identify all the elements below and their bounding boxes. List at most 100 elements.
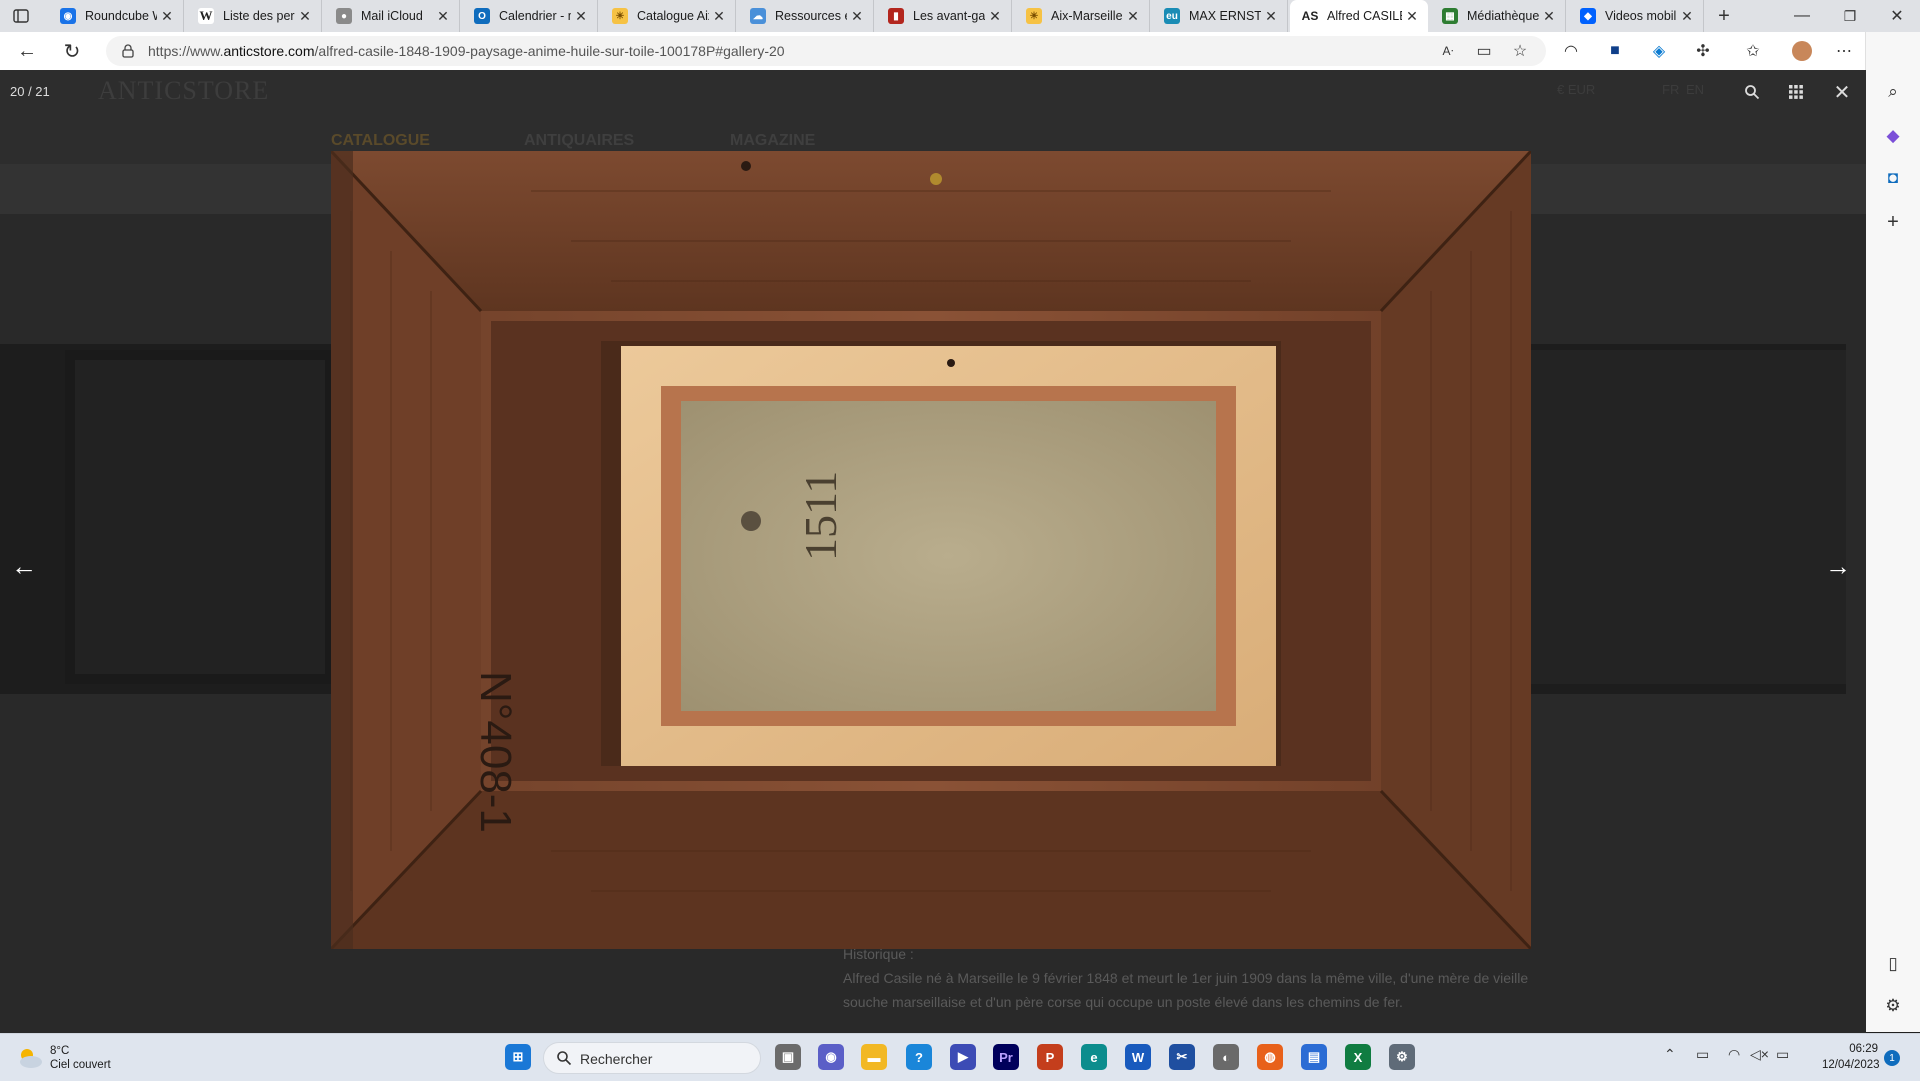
minimize-button[interactable]: — [1790, 6, 1814, 26]
extensions-button[interactable]: ✣ [1689, 37, 1717, 65]
close-tab-icon[interactable]: ✕ [295, 8, 315, 25]
close-tab-icon[interactable]: ✕ [1677, 8, 1697, 25]
tab-videos-mobil[interactable]: ◆ Videos mobil ✕ [1568, 0, 1704, 32]
extension-button[interactable]: ◠ [1557, 37, 1585, 65]
address-bar[interactable]: https://www.anticstore.com/alfred-casile… [106, 36, 1546, 66]
tab-calendrier[interactable]: O Calendrier - m ✕ [462, 0, 598, 32]
add-favorite-button[interactable]: ☆ [1506, 37, 1534, 65]
close-tab-icon[interactable]: ✕ [1402, 8, 1422, 25]
media-player-button[interactable]: ▶ [950, 1044, 976, 1070]
notification-badge[interactable]: 1 [1884, 1050, 1900, 1066]
tab-mediatheque[interactable]: ▦ Médiathèque ✕ [1430, 0, 1566, 32]
search-icon: ⌕ [1888, 82, 1898, 101]
sidebar-outlook-button[interactable]: ◘ [1881, 166, 1905, 190]
close-tab-icon[interactable]: ✕ [985, 8, 1005, 25]
close-tab-icon[interactable]: ✕ [571, 8, 591, 25]
arrow-left-icon: ← [11, 550, 37, 581]
tab-ressources[interactable]: ☁ Ressources él ✕ [738, 0, 874, 32]
tab-actions-button[interactable] [12, 7, 30, 25]
folder-icon: ▬ [867, 1049, 881, 1065]
url-path: /alfred-casile-1848-1909-paysage-anime-h… [314, 43, 785, 59]
snipping-tool-button[interactable]: ✂ [1169, 1044, 1195, 1070]
weather-temperature: 8°C [50, 1045, 70, 1057]
reader-view-button[interactable]: ▭ [1470, 37, 1498, 65]
read-aloud-button[interactable]: Aᐧ [1434, 37, 1462, 65]
tab-alfred-casile[interactable]: AS Alfred CASILE ✕ [1290, 0, 1428, 32]
gallery-zoom-button[interactable] [1742, 82, 1762, 102]
minimize-icon: — [1794, 7, 1810, 24]
get-help-button[interactable]: ? [906, 1044, 932, 1070]
more-icon: ⋯ [1836, 43, 1852, 60]
chevron-up-icon: ⌃ [1664, 1046, 1676, 1062]
store-button[interactable]: ▤ [1301, 1044, 1327, 1070]
refresh-button[interactable]: ↻ [58, 37, 86, 65]
url-text: https://www.anticstore.com/alfred-casile… [148, 43, 785, 59]
tray-device-button[interactable]: ▭ [1696, 1046, 1709, 1063]
site-logo: ANTICSTORE [98, 76, 270, 105]
weather-widget[interactable]: 8°C Ciel couvert [16, 1044, 111, 1072]
extension-button[interactable]: ■ [1601, 37, 1629, 65]
start-button[interactable]: ⊞ [505, 1044, 531, 1070]
tab-liste-des-pers[interactable]: W Liste des pers ✕ [186, 0, 322, 32]
close-tab-icon[interactable]: ✕ [709, 8, 729, 25]
close-window-button[interactable]: ✕ [1885, 6, 1909, 26]
gallery-prev-button[interactable]: ← [4, 546, 44, 586]
settings-button[interactable]: ⚙ [1389, 1044, 1415, 1070]
tab-roundcube[interactable]: ◉ Roundcube W ✕ [48, 0, 184, 32]
close-tab-icon[interactable]: ✕ [1539, 8, 1559, 25]
task-view-button[interactable]: ▣ [775, 1044, 801, 1070]
search-icon [1745, 85, 1760, 100]
edge-button[interactable]: e [1081, 1044, 1107, 1070]
battery-button[interactable]: ▭ [1776, 1046, 1789, 1063]
gallery-grid-button[interactable] [1786, 82, 1806, 102]
lock-icon[interactable] [120, 43, 136, 59]
close-tab-icon[interactable]: ✕ [847, 8, 867, 25]
search-label: Rechercher [580, 1051, 653, 1067]
url-domain: anticstore.com [223, 43, 315, 59]
sidebar-shopping-button[interactable]: ◆ [1881, 124, 1905, 148]
sidebar-search-button[interactable]: ⌕ [1881, 80, 1905, 104]
file-explorer-button[interactable]: ▬ [861, 1044, 887, 1070]
show-hidden-icons-button[interactable]: ⌃ [1664, 1046, 1676, 1063]
restore-icon: ❐ [1843, 7, 1857, 24]
sidebar-settings-button[interactable]: ⚙ [1881, 994, 1905, 1018]
puzzle-icon: ✣ [1696, 43, 1710, 60]
tab-les-avant-gar[interactable]: ▮ Les avant-gar ✕ [876, 0, 1012, 32]
windows-icon: ⊞ [512, 1049, 524, 1064]
restore-button[interactable]: ❐ [1838, 6, 1862, 26]
taskbar-search[interactable]: Rechercher [543, 1042, 761, 1074]
app-button[interactable]: ◐ [1213, 1044, 1239, 1070]
powerpoint-icon: P [1045, 1049, 1055, 1065]
sidebar-add-button[interactable]: + [1881, 210, 1905, 234]
profile-button[interactable] [1788, 37, 1816, 65]
sidebar-panel-button[interactable]: ▯ [1881, 952, 1905, 976]
favorites-button[interactable]: ✩ [1739, 37, 1767, 65]
gallery-close-button[interactable]: ✕ [1830, 82, 1854, 104]
close-tab-icon[interactable]: ✕ [1123, 8, 1143, 25]
gear-icon: ⚙ [1885, 996, 1901, 1015]
close-tab-icon[interactable]: ✕ [433, 8, 453, 25]
settings-menu-button[interactable]: ⋯ [1830, 37, 1858, 65]
volume-button[interactable]: ◁× [1750, 1046, 1769, 1063]
system-clock[interactable]: 06:29 12/04/2023 [1822, 1041, 1880, 1073]
tab-catalogue-aix[interactable]: ☀ Catalogue Aix ✕ [600, 0, 736, 32]
tab-mail-icloud[interactable]: ● Mail iCloud ✕ [324, 0, 460, 32]
tab-max-ernst[interactable]: eu MAX ERNST ( ✕ [1152, 0, 1288, 32]
extension-button[interactable]: ◈ [1645, 37, 1673, 65]
star-plus-icon: ☆ [1512, 43, 1528, 60]
tab-label: Catalogue Aix [637, 9, 709, 23]
teams-button[interactable]: ◉ [818, 1044, 844, 1070]
new-tab-button[interactable]: + [1712, 4, 1736, 28]
close-tab-icon[interactable]: ✕ [157, 8, 177, 25]
tab-label: Roundcube W [85, 9, 157, 23]
firefox-button[interactable]: ◍ [1257, 1044, 1283, 1070]
word-button[interactable]: W [1125, 1044, 1151, 1070]
close-tab-icon[interactable]: ✕ [1261, 8, 1281, 25]
powerpoint-button[interactable]: P [1037, 1044, 1063, 1070]
network-button[interactable]: ◠ [1728, 1046, 1740, 1063]
excel-button[interactable]: X [1345, 1044, 1371, 1070]
back-button[interactable]: ← [13, 37, 41, 65]
gallery-next-button[interactable]: → [1818, 546, 1858, 586]
tab-aix-marseille[interactable]: ☀ Aix-Marseille ✕ [1014, 0, 1150, 32]
premiere-button[interactable]: Pr [993, 1044, 1019, 1070]
